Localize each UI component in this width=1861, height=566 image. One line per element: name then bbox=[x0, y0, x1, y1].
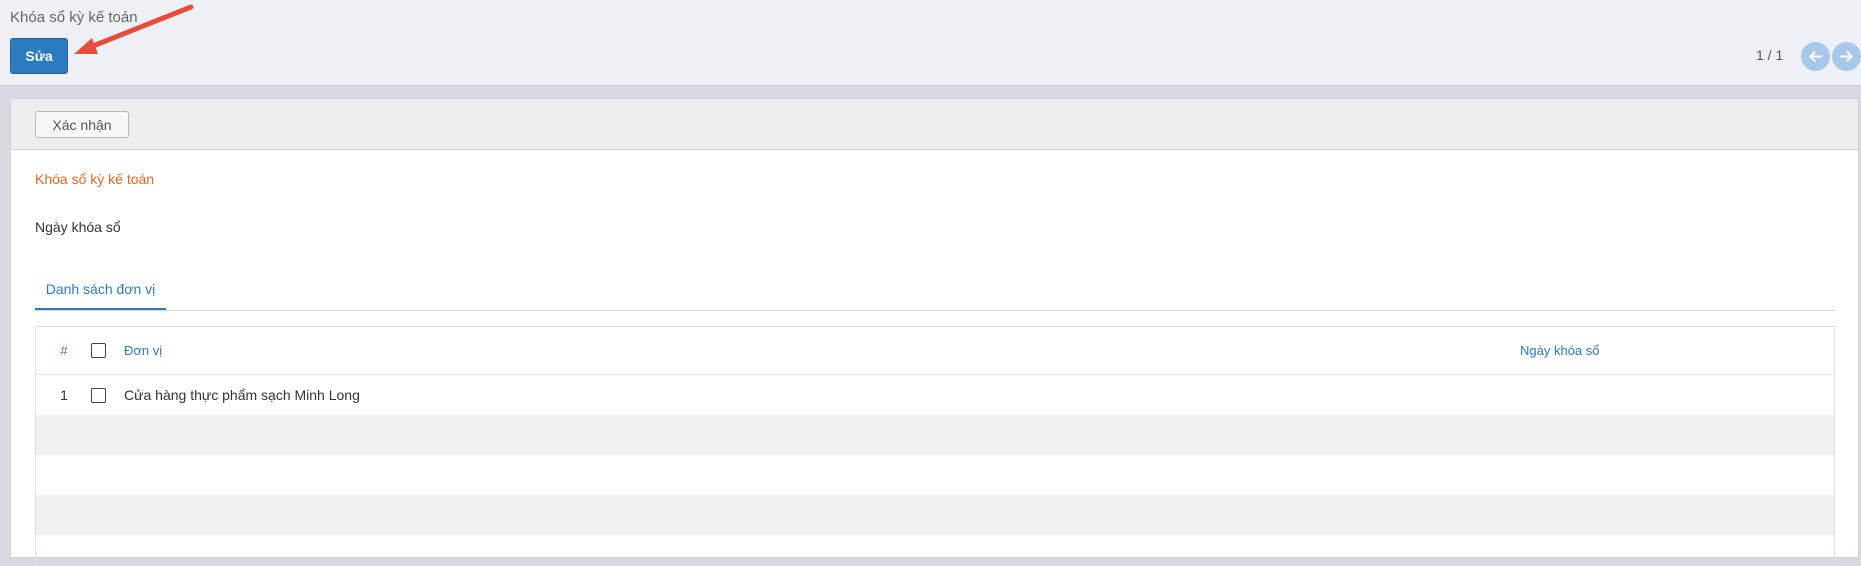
annotation-arrow-icon bbox=[74, 4, 194, 54]
row-num: 1 bbox=[60, 387, 68, 403]
form-panel: Xác nhận Khóa sổ kỳ kế toán Ngày khóa sổ… bbox=[10, 98, 1859, 566]
row-checkbox[interactable] bbox=[90, 387, 106, 403]
closing-date-label: Ngày khóa sổ bbox=[35, 219, 121, 235]
table-header-row: # Đơn vị Ngày khóa sổ bbox=[36, 327, 1834, 375]
confirm-button[interactable]: Xác nhận bbox=[35, 111, 129, 138]
form-toolbar: Xác nhận bbox=[11, 99, 1858, 150]
edit-button[interactable]: Sửa bbox=[10, 38, 68, 74]
empty-table-row bbox=[36, 535, 1834, 565]
header-num: # bbox=[60, 343, 68, 358]
table-row[interactable]: 1 Cửa hàng thực phẩm sạch Minh Long bbox=[36, 375, 1834, 415]
select-all-cell bbox=[88, 327, 108, 374]
header-unit[interactable]: Đơn vị bbox=[124, 327, 162, 374]
select-all-checkbox[interactable] bbox=[90, 343, 106, 358]
form-title: Khóa sổ kỳ kế toán bbox=[35, 171, 155, 187]
arrow-right-icon bbox=[1839, 51, 1853, 62]
pager-indicator: 1 / 1 bbox=[1756, 47, 1784, 63]
empty-table-row bbox=[36, 495, 1834, 535]
tab-bar: Danh sách đơn vị bbox=[35, 269, 1835, 311]
empty-table-row bbox=[36, 415, 1834, 455]
header-closing-date[interactable]: Ngày khóa sổ bbox=[1520, 327, 1600, 374]
row-unit-name: Cửa hàng thực phẩm sạch Minh Long bbox=[124, 387, 360, 403]
top-toolbar: Khóa sổ kỳ kế toán Sửa 1 / 1 bbox=[0, 0, 1861, 86]
arrow-left-icon bbox=[1809, 51, 1823, 62]
prev-record-button[interactable] bbox=[1801, 42, 1830, 71]
row-select-cell bbox=[88, 375, 108, 415]
next-record-button[interactable] bbox=[1832, 42, 1861, 71]
empty-table-row bbox=[36, 455, 1834, 495]
unit-table: # Đơn vị Ngày khóa sổ 1 Cửa hàng thực ph… bbox=[35, 326, 1835, 566]
tab-unit-list[interactable]: Danh sách đơn vị bbox=[35, 269, 166, 310]
